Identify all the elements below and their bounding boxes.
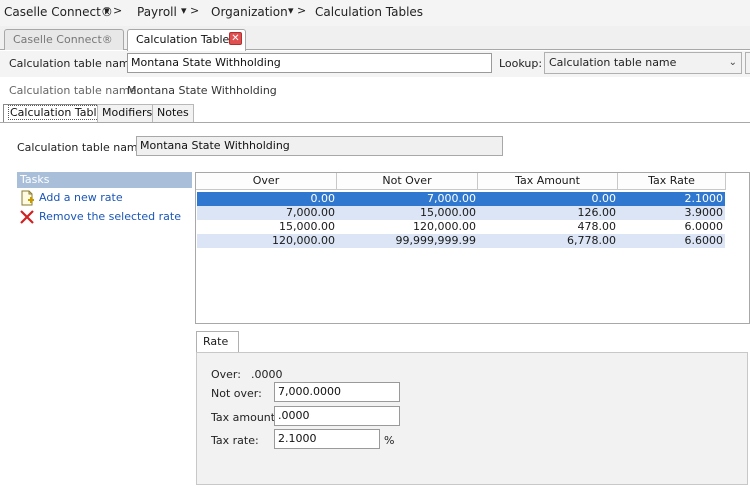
column-header-over[interactable]: Over <box>196 173 337 190</box>
document-tab-strip: Caselle Connect® Calculation Tables <box>0 26 750 51</box>
not-over-label: Not over: <box>211 387 262 400</box>
cell-over: 120,000.00 <box>272 234 335 247</box>
cell-tax-amount: 6,778.00 <box>567 234 616 247</box>
cell-tax-amount: 126.00 <box>577 206 617 219</box>
detail-name-label: Calculation table name: <box>17 141 149 154</box>
cell-tax-rate: 2.1000 <box>684 192 724 205</box>
breadcrumb-separator[interactable]: ▾ > <box>104 4 122 17</box>
lookup-select-value: Calculation table name <box>549 56 677 69</box>
cell-tax-amount: 0.00 <box>591 192 617 205</box>
cell-over: 0.00 <box>310 192 336 205</box>
breadcrumb-payroll[interactable]: Payroll <box>137 5 177 19</box>
table-row[interactable]: 15,000.00 120,000.00 478.00 6.0000 <box>197 220 725 234</box>
breadcrumb-calculation-tables: Calculation Tables <box>315 5 424 19</box>
table-name-label: Calculation table name: <box>9 57 141 70</box>
detail-name-field: Montana State Withholding <box>136 136 503 156</box>
over-label: Over: <box>211 368 241 381</box>
close-icon[interactable]: ✕ <box>229 32 242 45</box>
lookup-button[interactable] <box>745 52 750 74</box>
tax-rate-input[interactable]: 2.1000 <box>274 429 380 449</box>
table-row[interactable]: 7,000.00 15,000.00 126.00 3.9000 <box>197 206 725 220</box>
tax-amount-label: Tax amount: <box>211 411 279 424</box>
add-rate-link[interactable]: Add a new rate <box>39 191 123 204</box>
breadcrumb-organization[interactable]: Organization <box>211 5 288 19</box>
table-name-input[interactable]: Montana State Withholding <box>127 53 492 73</box>
cell-over: 15,000.00 <box>279 220 335 233</box>
column-header-not-over[interactable]: Not Over <box>337 173 478 190</box>
info-name-value: Montana State Withholding <box>127 84 277 97</box>
cell-tax-rate: 3.9000 <box>684 206 724 219</box>
tab-notes[interactable]: Notes <box>152 104 194 122</box>
cell-not-over: 15,000.00 <box>420 206 476 219</box>
tax-amount-input[interactable]: .0000 <box>274 406 400 426</box>
not-over-input[interactable]: 7,000.0000 <box>274 382 400 402</box>
cell-tax-amount: 478.00 <box>577 220 617 233</box>
cell-over: 7,000.00 <box>286 206 335 219</box>
column-header-tax-rate[interactable]: Tax Rate <box>618 173 726 190</box>
lookup-select[interactable]: Calculation table name ⌄ <box>544 52 742 74</box>
tax-rate-label: Tax rate: <box>211 434 259 447</box>
info-name-label: Calculation table name: <box>9 84 141 97</box>
divider <box>0 122 750 123</box>
percent-sign: % <box>384 434 395 447</box>
breadcrumb-separator[interactable]: ▾ > <box>288 4 306 17</box>
cell-tax-rate: 6.0000 <box>684 220 724 233</box>
tasks-header: Tasks <box>17 172 192 188</box>
chevron-down-icon: ⌄ <box>728 57 737 68</box>
cell-not-over: 120,000.00 <box>413 220 476 233</box>
lookup-label: Lookup: <box>499 57 543 70</box>
search-bar: Calculation table name: Montana State Wi… <box>0 51 750 77</box>
rates-table[interactable]: Over Not Over Tax Amount Tax Rate 0.00 7… <box>195 172 750 324</box>
over-value: .0000 <box>251 368 283 381</box>
tab-caselle-connect[interactable]: Caselle Connect® <box>4 29 124 50</box>
breadcrumb-caselle-connect[interactable]: Caselle Connect® <box>4 5 113 19</box>
delete-icon[interactable] <box>19 209 35 225</box>
remove-rate-link[interactable]: Remove the selected rate <box>39 210 181 223</box>
cell-not-over: 99,999,999.99 <box>395 234 476 247</box>
table-row[interactable]: 120,000.00 99,999,999.99 6,778.00 6.6000 <box>197 234 725 248</box>
tab-calculation-table[interactable]: Calculation Table <box>3 104 111 123</box>
breadcrumb-separator[interactable]: ▾ > <box>181 4 199 17</box>
cell-tax-rate: 6.6000 <box>684 234 724 247</box>
table-row[interactable]: 0.00 7,000.00 0.00 2.1000 <box>197 192 725 206</box>
column-header-tax-amount[interactable]: Tax Amount <box>478 173 618 190</box>
tab-modifiers[interactable]: Modifiers <box>97 104 158 122</box>
tab-calculation-table-label: Calculation Table <box>8 105 106 120</box>
cell-not-over: 7,000.00 <box>427 192 476 205</box>
breadcrumb: Caselle Connect® ▾ > Payroll ▾ > Organiz… <box>0 0 750 26</box>
add-document-icon[interactable] <box>19 190 35 206</box>
tab-rate[interactable]: Rate <box>196 331 239 352</box>
